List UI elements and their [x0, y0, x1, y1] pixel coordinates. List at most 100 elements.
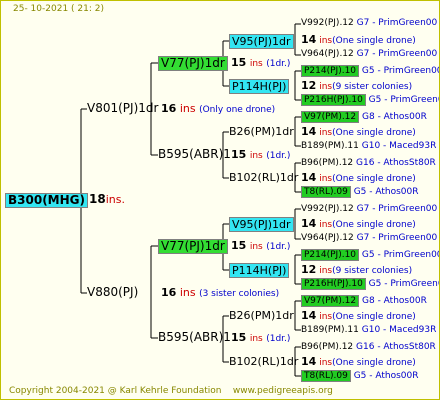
- gen4-0-mid: 14 ins(One single drone): [301, 33, 416, 48]
- gen3-d-queen[interactable]: B102(RL)1dr: [229, 171, 298, 184]
- gen4-5-top: P214(PJ).10 G5 - PrimGreen00: [301, 249, 440, 262]
- footer-url[interactable]: www.pedigreeapis.org: [233, 386, 333, 396]
- gen2-a-queen[interactable]: V77(PJ)1dr: [158, 56, 228, 71]
- gen4-4-mid: 14 ins(One single drone): [301, 217, 416, 232]
- gen2-b-ins: ins: [249, 151, 263, 161]
- gen2-b-note: (1dr.): [266, 151, 291, 161]
- gen4-6-top-name[interactable]: V97(PM).12: [301, 295, 360, 307]
- gen1-top-info: 16 ins (Only one drone): [161, 102, 275, 117]
- footer-copyright: Copyright 2004-2021 @ Karl Kehrle Founda…: [9, 386, 222, 396]
- gen2-c-note: (1dr.): [266, 242, 291, 252]
- gen2-c-queen[interactable]: V77(PJ)1dr: [158, 239, 228, 254]
- gen4-3-top-gen: G16 - AthosSt80R: [356, 158, 436, 168]
- gen1-bottom-ins-word: ins: [179, 286, 196, 299]
- gen2-c-info: 15 ins (1dr.): [231, 239, 290, 254]
- gen4-6-top-gen: G8 - Athos00R: [362, 296, 427, 306]
- gen4-2-mid-num: 14: [301, 125, 317, 138]
- gen4-1-bot-name[interactable]: P216H(PJ).10: [301, 94, 366, 106]
- gen4-7-mid-note: (One single drone): [332, 358, 416, 368]
- gen1-top-note: (Only one drone): [199, 105, 276, 115]
- gen4-6-bot: B189(PM).11 G10 - Maced93R: [301, 324, 436, 337]
- gen4-5-top-name[interactable]: P214(PJ).10: [301, 249, 360, 261]
- gen4-4-bot-name[interactable]: V964(PJ).12: [301, 233, 354, 243]
- gen2-d-note: (1dr.): [266, 334, 291, 344]
- gen4-7-bot: T8(RL).09 G5 - Athos00R: [301, 370, 419, 383]
- gen3-a-queen[interactable]: V95(PJ)1dr: [229, 34, 294, 49]
- gen4-4-top: V992(PJ).12 G7 - PrimGreen00: [301, 203, 437, 216]
- gen4-7-bot-gen: G5 - Athos00R: [353, 371, 419, 381]
- gen2-a-info: 15 ins (1dr.): [231, 56, 290, 71]
- gen1-top-ins-word: ins: [179, 102, 196, 115]
- gen4-2-bot-name[interactable]: B189(PM).11: [301, 141, 359, 151]
- footer: Copyright 2004-2021 @ Karl Kehrle Founda…: [9, 386, 333, 396]
- gen4-1-mid-note: (9 sister colonies): [332, 82, 413, 92]
- gen4-2-bot: B189(PM).11 G10 - Maced93R: [301, 140, 436, 153]
- gen1-top-queen[interactable]: V801(PJ)1dr: [87, 102, 158, 115]
- gen3-h-queen[interactable]: B102(RL)1dr: [229, 355, 298, 368]
- gen2-b-num: 15: [231, 148, 247, 161]
- gen4-1-mid-num: 12: [301, 79, 317, 92]
- gen3-e-queen[interactable]: V95(PJ)1dr: [229, 217, 294, 232]
- gen4-0-bot: V964(PJ).12 G7 - PrimGreen00: [301, 48, 437, 61]
- gen4-0-bot-name[interactable]: V964(PJ).12: [301, 49, 354, 59]
- gen4-7-mid-ins: ins: [319, 358, 333, 368]
- gen4-3-mid: 14 ins(One single drone): [301, 171, 416, 186]
- gen4-5-mid: 12 ins(9 sister colonies): [301, 263, 412, 278]
- gen4-7-top: B96(PM).12 G16 - AthosSt80R: [301, 341, 436, 354]
- gen1-bottom-ins-num: 16: [161, 286, 177, 299]
- gen4-3-bot: T8(RL).09 G5 - Athos00R: [301, 186, 419, 199]
- gen4-2-mid-note: (One single drone): [332, 128, 416, 138]
- gen4-4-bot: V964(PJ).12 G7 - PrimGreen00: [301, 232, 437, 245]
- gen1-bottom-queen[interactable]: V880(PJ): [87, 286, 138, 299]
- gen4-0-mid-ins: ins: [319, 36, 333, 46]
- root-queen[interactable]: B300(MHG): [5, 193, 88, 208]
- gen4-3-bot-gen: G5 - Athos00R: [353, 187, 419, 197]
- gen4-6-mid-num: 14: [301, 309, 317, 322]
- gen4-1-mid-ins: ins: [319, 82, 333, 92]
- gen4-6-mid: 14 ins(One single drone): [301, 309, 416, 324]
- gen4-2-top-name[interactable]: V97(PM).12: [301, 111, 360, 123]
- gen4-1-top-name[interactable]: P214(PJ).10: [301, 65, 360, 77]
- gen4-6-bot-name[interactable]: B189(PM).11: [301, 325, 359, 335]
- gen4-5-bot-name[interactable]: P216H(PJ).10: [301, 278, 366, 290]
- root-ins-count: 18ins.: [89, 192, 125, 207]
- gen2-b-info: 15 ins (1dr.): [231, 148, 290, 163]
- gen4-0-mid-note: (One single drone): [332, 36, 416, 46]
- gen3-c-queen[interactable]: B26(PM)1dr: [229, 125, 294, 138]
- gen4-2-mid: 14 ins(One single drone): [301, 125, 416, 140]
- gen4-3-mid-num: 14: [301, 171, 317, 184]
- root-ins-word: ins.: [105, 193, 125, 206]
- gen4-4-top-name[interactable]: V992(PJ).12: [301, 204, 354, 214]
- gen4-6-bot-gen: G10 - Maced93R: [361, 325, 437, 335]
- root-ins-num: 18: [89, 192, 106, 206]
- gen4-5-mid-ins: ins: [319, 266, 333, 276]
- gen4-5-bot-gen: G5 - PrimGreen00: [368, 279, 439, 289]
- gen4-7-top-gen: G16 - AthosSt80R: [356, 342, 436, 352]
- gen2-d-info: 15 ins (1dr.): [231, 331, 290, 346]
- gen1-bottom-info: 16 ins (3 sister colonies): [161, 286, 279, 301]
- gen4-3-top-name[interactable]: B96(PM).12: [301, 158, 353, 168]
- gen3-g-queen[interactable]: B26(PM)1dr: [229, 309, 294, 322]
- gen4-7-bot-name[interactable]: T8(RL).09: [301, 370, 351, 382]
- gen4-3-bot-name[interactable]: T8(RL).09: [301, 186, 351, 198]
- gen4-5-mid-note: (9 sister colonies): [332, 266, 413, 276]
- gen2-d-queen[interactable]: B595(ABR)1: [158, 331, 231, 344]
- gen2-a-note: (1dr.): [266, 59, 291, 69]
- gen4-2-top: V97(PM).12 G8 - Athos00R: [301, 111, 427, 124]
- gen2-c-num: 15: [231, 239, 247, 252]
- gen4-2-bot-gen: G10 - Maced93R: [361, 141, 437, 151]
- gen4-5-mid-num: 12: [301, 263, 317, 276]
- gen1-top-ins-num: 16: [161, 102, 177, 115]
- gen4-7-top-name[interactable]: B96(PM).12: [301, 342, 353, 352]
- gen4-4-bot-gen: G7 - PrimGreen00: [356, 233, 438, 243]
- gen4-6-mid-note: (One single drone): [332, 312, 416, 322]
- gen4-5-top-gen: G5 - PrimGreen00: [361, 250, 440, 260]
- gen3-b-queen[interactable]: P114H(PJ): [229, 79, 290, 94]
- gen4-3-mid-note: (One single drone): [332, 174, 416, 184]
- gen2-b-queen[interactable]: B595(ABR)1: [158, 148, 231, 161]
- gen4-1-top: P214(PJ).10 G5 - PrimGreen00: [301, 65, 439, 78]
- gen4-4-top-gen: G7 - PrimGreen00: [356, 204, 438, 214]
- gen4-4-mid-num: 14: [301, 217, 317, 230]
- gen3-f-queen[interactable]: P114H(PJ): [229, 263, 290, 278]
- gen4-0-top-name[interactable]: V992(PJ).12: [301, 18, 354, 28]
